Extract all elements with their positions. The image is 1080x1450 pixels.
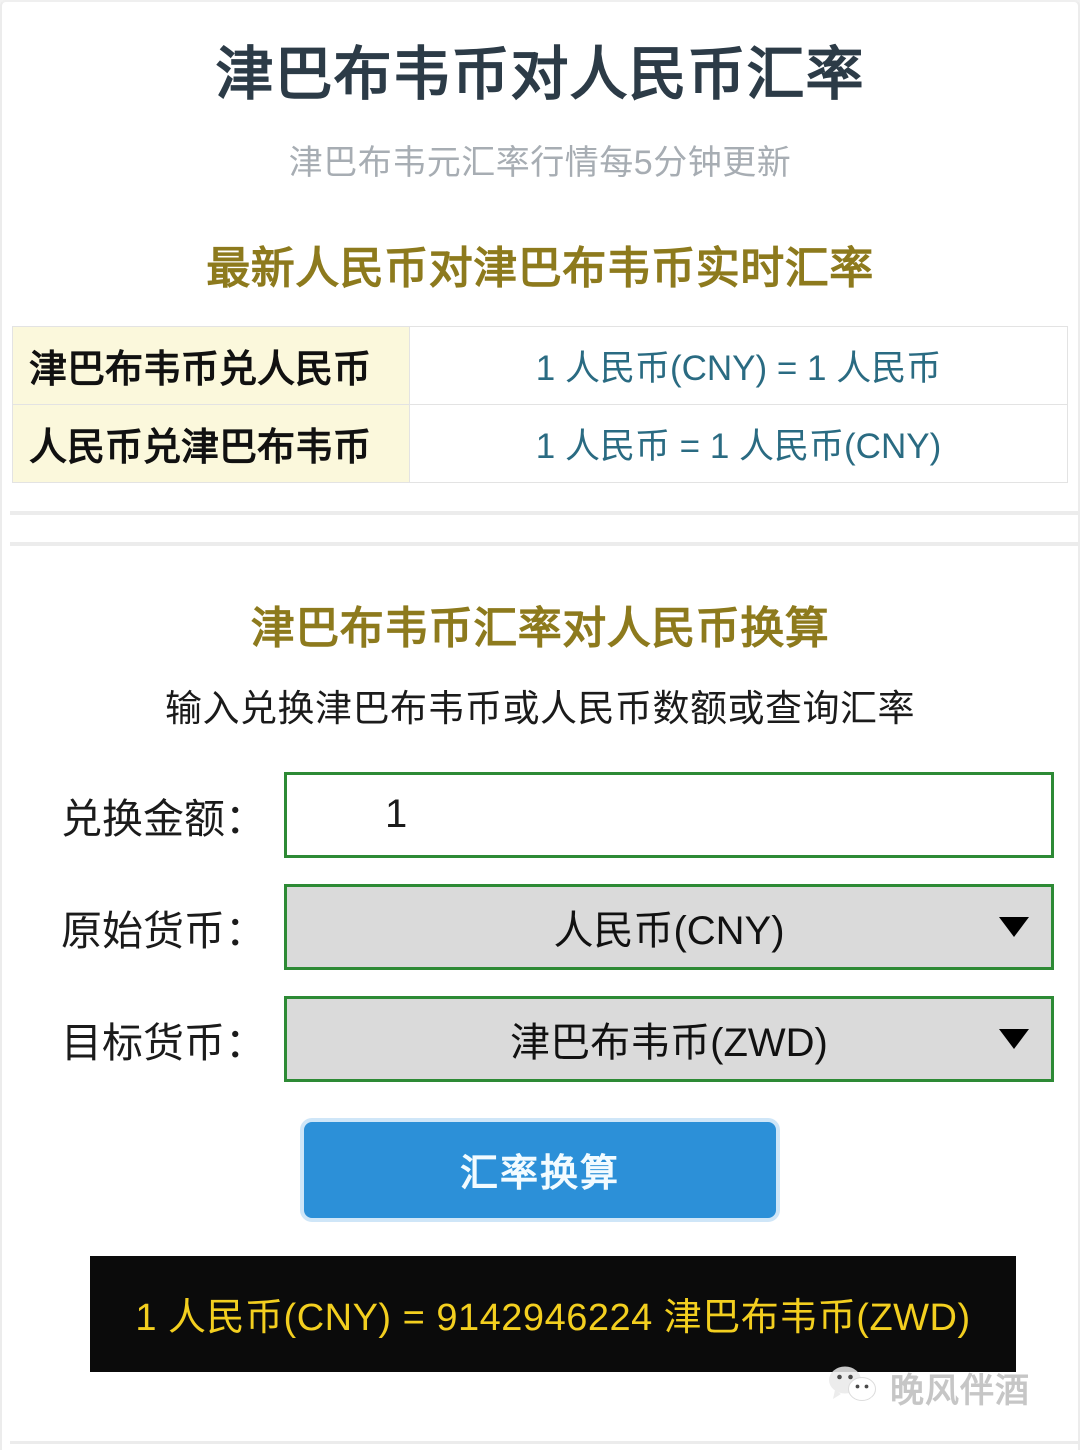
rate-row-value: 1 人民币 = 1 人民币(CNY): [409, 403, 1068, 483]
rate-row-label: 人民币兑津巴布韦币: [12, 403, 410, 483]
watermark-text: 晚风伴酒: [890, 1372, 1030, 1410]
from-currency-value: 人民币(CNY): [553, 908, 785, 953]
exchange-rate-page: 津巴布韦币对人民币汇率 津巴布韦元汇率行情每5分钟更新 最新人民币对津巴布韦币实…: [0, 0, 1080, 1450]
result-wrapper: 1 人民币(CNY) = 9142946224 津巴布韦币(ZWD): [2, 1255, 1078, 1372]
rate-row-value: 1 人民币(CNY) = 1 人民币: [409, 325, 1068, 405]
rate-row-label: 津巴布韦币兑人民币: [12, 325, 410, 405]
table-row: 人民币兑津巴布韦币 1 人民币 = 1 人民币(CNY): [12, 403, 1068, 483]
bottom-divider: [10, 1441, 1078, 1444]
converter-heading: 津巴布韦币汇率对人民币换算: [250, 603, 830, 653]
submit-button-wrapper: 汇率换算: [26, 1117, 1054, 1222]
table-row: 津巴布韦币兑人民币 1 人民币(CNY) = 1 人民币: [12, 325, 1068, 405]
to-currency-select[interactable]: 津巴布韦币(ZWD): [284, 995, 1054, 1082]
chevron-down-icon: [999, 1028, 1029, 1049]
to-currency-value: 津巴布韦币(ZWD): [510, 1020, 828, 1065]
result-text: 1 人民币(CNY) = 9142946224 津巴布韦币(ZWD): [135, 1297, 971, 1340]
amount-row: 兑换金额： 1: [26, 771, 1054, 858]
rate-section-heading: 最新人民币对津巴布韦币实时汇率: [206, 243, 874, 293]
amount-input[interactable]: 1: [284, 771, 1054, 858]
from-currency-row: 原始货币： 人民币(CNY): [26, 883, 1054, 970]
converter-subheading: 输入兑换津巴布韦币或人民币数额或查询汇率: [165, 687, 915, 729]
converter-form: 兑换金额： 1 原始货币： 人民币(CNY) 目标货币： 津巴布韦币(ZWD) …: [2, 771, 1078, 1222]
section-divider-top: [10, 510, 1078, 515]
to-currency-row: 目标货币： 津巴布韦币(ZWD): [26, 995, 1054, 1082]
wechat-icon: [828, 1365, 880, 1410]
page-title: 津巴布韦币对人民币汇率: [215, 42, 865, 107]
rate-table: 津巴布韦币兑人民币 1 人民币(CNY) = 1 人民币 人民币兑津巴布韦币 1…: [12, 325, 1068, 483]
page-subtitle: 津巴布韦元汇率行情每5分钟更新: [288, 143, 792, 182]
watermark: 晚风伴酒: [828, 1363, 1030, 1412]
from-currency-select[interactable]: 人民币(CNY): [284, 883, 1054, 970]
result-banner: 1 人民币(CNY) = 9142946224 津巴布韦币(ZWD): [90, 1255, 1016, 1372]
to-currency-label: 目标货币：: [61, 1019, 266, 1066]
amount-label: 兑换金额：: [61, 795, 266, 842]
convert-button[interactable]: 汇率换算: [300, 1117, 780, 1222]
amount-value: 1: [385, 792, 408, 837]
from-currency-label: 原始货币：: [61, 907, 266, 954]
chevron-down-icon: [999, 916, 1029, 937]
